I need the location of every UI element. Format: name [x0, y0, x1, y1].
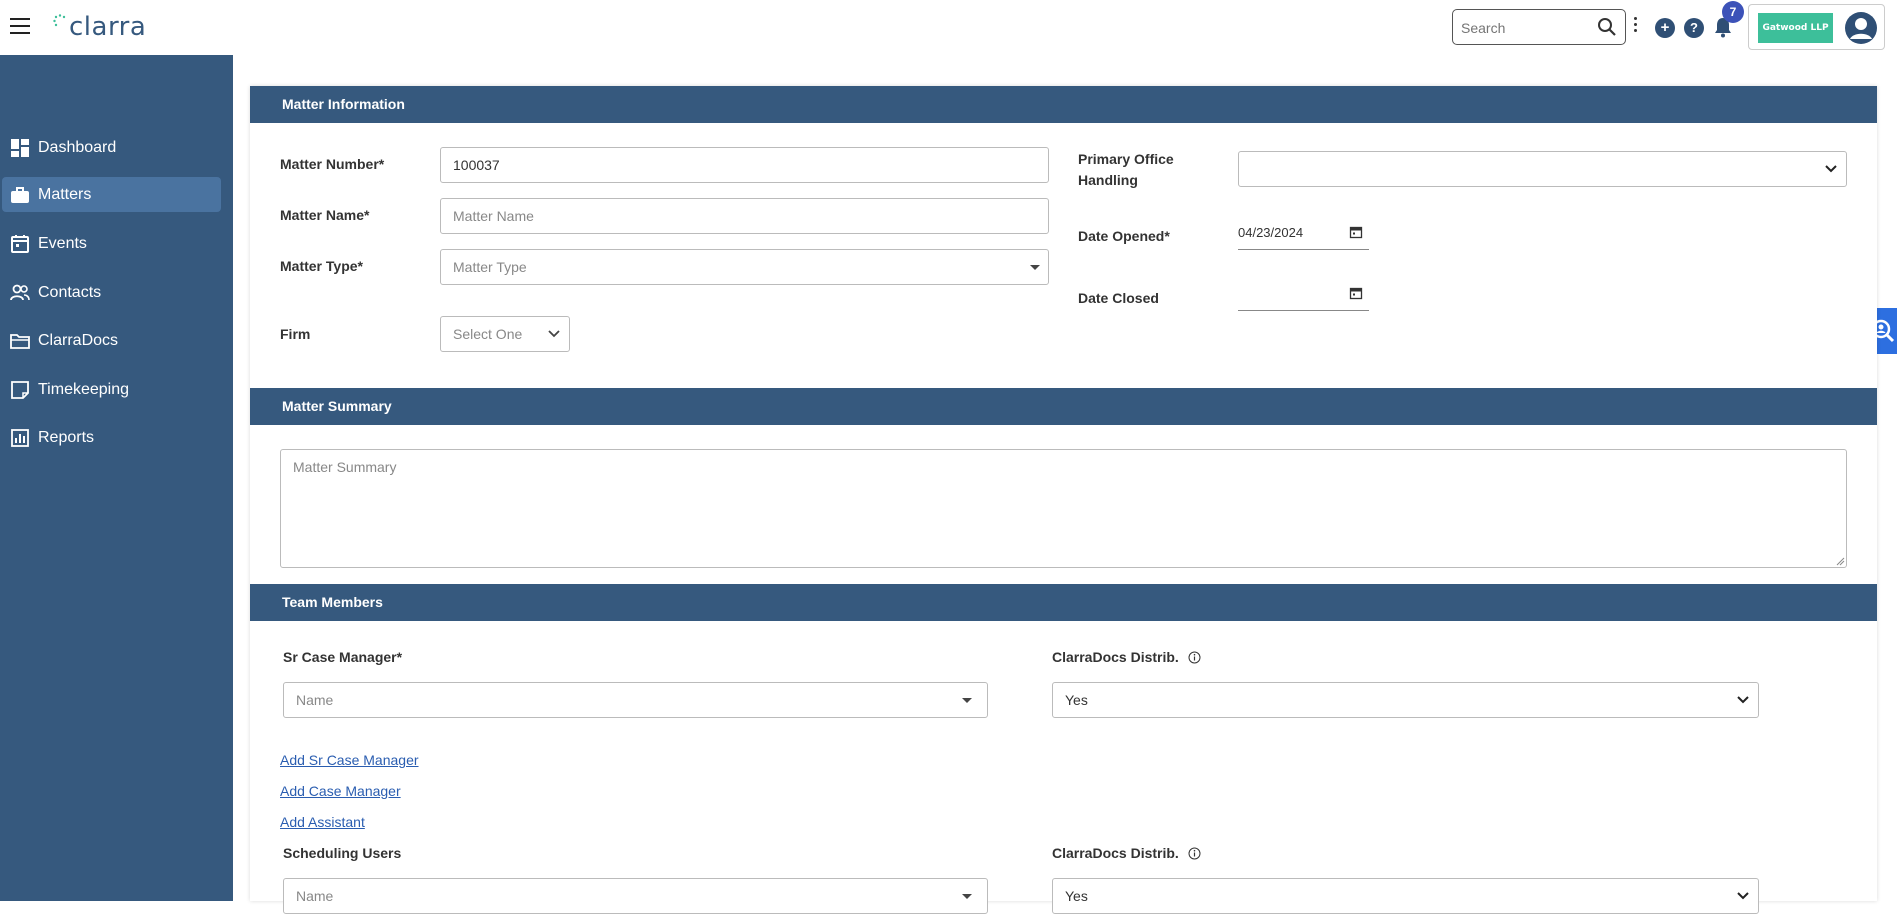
dashboard-icon: [11, 138, 29, 157]
search-icon[interactable]: [1597, 17, 1617, 37]
chevron-down-icon: [1825, 165, 1837, 173]
caret-down-icon: [962, 894, 972, 899]
search-box[interactable]: [1452, 9, 1626, 45]
sidebar-item-reports[interactable]: Reports: [2, 420, 221, 455]
sidebar-item-label: Reports: [38, 428, 95, 446]
distrib-label-text: ClarraDocs Distrib.: [1052, 649, 1179, 665]
distrib2-label-text: ClarraDocs Distrib.: [1052, 845, 1179, 861]
search-input[interactable]: [1461, 18, 1591, 38]
info-icon[interactable]: [1188, 847, 1201, 860]
calendar-icon: [11, 234, 29, 253]
sidebar-item-matters[interactable]: Matters: [2, 177, 221, 212]
team-members-header: Team Members: [250, 584, 1877, 621]
sr-case-manager-label: Sr Case Manager*: [283, 649, 403, 665]
firm-logo: Gatwood LLP: [1758, 13, 1833, 43]
account-switcher[interactable]: Gatwood LLP: [1748, 4, 1885, 50]
primary-office-label-line1: Primary Office: [1078, 151, 1174, 167]
add-button[interactable]: +: [1655, 18, 1675, 38]
distrib2-select[interactable]: Yes: [1052, 878, 1759, 914]
matter-summary-textarea[interactable]: Matter Summary: [280, 449, 1847, 568]
matter-number-label: Matter Number*: [280, 156, 385, 172]
sidebar-item-label: Matters: [38, 185, 92, 203]
help-button[interactable]: ?: [1684, 18, 1704, 38]
more-options-icon[interactable]: [1632, 17, 1638, 37]
date-opened-value: 04/23/2024: [1238, 225, 1304, 240]
matter-form: Matter Information Matter Number* 100037…: [250, 86, 1877, 914]
sidebar-item-label: Events: [38, 234, 87, 252]
scheduling-users-select[interactable]: Name: [283, 878, 988, 914]
reports-icon: [11, 428, 29, 447]
notification-badge[interactable]: 7: [1722, 1, 1744, 23]
distrib-label: ClarraDocs Distrib.: [1052, 649, 1201, 665]
matter-summary-placeholder: Matter Summary: [293, 459, 397, 475]
distrib-value: Yes: [1065, 692, 1088, 708]
sidebar-item-dashboard[interactable]: Dashboard: [2, 130, 221, 165]
top-bar: clarra + ? 7 Gatwood LLP: [0, 0, 1897, 55]
distrib-select[interactable]: Yes: [1052, 682, 1759, 718]
app-logo[interactable]: clarra: [53, 12, 147, 42]
sr-case-manager-value: Name: [296, 692, 334, 708]
sr-case-manager-select[interactable]: Name: [283, 682, 988, 718]
avatar[interactable]: [1844, 11, 1878, 45]
matter-type-value: Matter Type: [453, 259, 527, 275]
info-icon[interactable]: [1188, 651, 1201, 664]
primary-office-label: Primary Office Handling: [1078, 149, 1174, 191]
matter-name-field[interactable]: Matter Name: [440, 198, 1049, 234]
scheduling-users-value: Name: [296, 888, 334, 904]
add-case-manager-link[interactable]: Add Case Manager: [280, 783, 401, 799]
chevron-down-icon: [1737, 696, 1749, 704]
matter-type-select[interactable]: Matter Type: [440, 249, 1049, 285]
sidebar-item-label: Timekeeping: [38, 380, 130, 398]
sidebar-item-label: Contacts: [38, 283, 102, 301]
note-icon: [11, 380, 29, 399]
distrib2-value: Yes: [1065, 888, 1088, 904]
distrib2-label: ClarraDocs Distrib.: [1052, 845, 1201, 861]
date-closed-label: Date Closed: [1078, 290, 1159, 306]
menu-icon[interactable]: [10, 18, 30, 34]
folder-icon: [10, 333, 30, 349]
logo-text: clarra: [69, 12, 147, 42]
resize-handle-icon[interactable]: [1835, 556, 1845, 566]
chevron-down-icon: [548, 330, 560, 338]
matter-type-label: Matter Type*: [280, 258, 363, 274]
contacts-icon: [10, 284, 30, 300]
sidebar-item-contacts[interactable]: Contacts: [2, 275, 221, 310]
matter-number-field[interactable]: 100037: [440, 147, 1049, 183]
add-assistant-link[interactable]: Add Assistant: [280, 814, 365, 830]
logo-dots-icon: [53, 14, 66, 27]
calendar-icon[interactable]: [1349, 225, 1363, 239]
sidebar: Dashboard Matters Events Contacts Clarra…: [0, 55, 233, 901]
sidebar-item-events[interactable]: Events: [2, 226, 221, 261]
sidebar-item-clarradocs[interactable]: ClarraDocs: [2, 323, 221, 358]
caret-down-icon: [962, 698, 972, 703]
primary-office-select[interactable]: [1238, 151, 1847, 187]
matter-information-header: Matter Information: [250, 86, 1877, 123]
briefcase-icon: [11, 186, 29, 203]
add-sr-case-manager-link[interactable]: Add Sr Case Manager: [280, 752, 419, 768]
firm-label: Firm: [280, 326, 311, 342]
firm-select[interactable]: Select One: [440, 316, 570, 352]
scheduling-users-label: Scheduling Users: [283, 845, 402, 861]
firm-value: Select One: [453, 326, 523, 342]
date-opened-field[interactable]: 04/23/2024: [1238, 222, 1369, 250]
caret-down-icon: [1030, 265, 1040, 270]
date-opened-label: Date Opened*: [1078, 228, 1170, 244]
sidebar-item-timekeeping[interactable]: Timekeeping: [2, 372, 221, 407]
calendar-icon[interactable]: [1349, 286, 1363, 300]
sidebar-item-label: ClarraDocs: [38, 331, 119, 349]
matter-name-label: Matter Name*: [280, 207, 370, 223]
sidebar-item-label: Dashboard: [38, 138, 117, 156]
primary-office-label-line2: Handling: [1078, 172, 1138, 188]
date-closed-field[interactable]: [1238, 283, 1369, 311]
matter-summary-header: Matter Summary: [250, 388, 1877, 425]
